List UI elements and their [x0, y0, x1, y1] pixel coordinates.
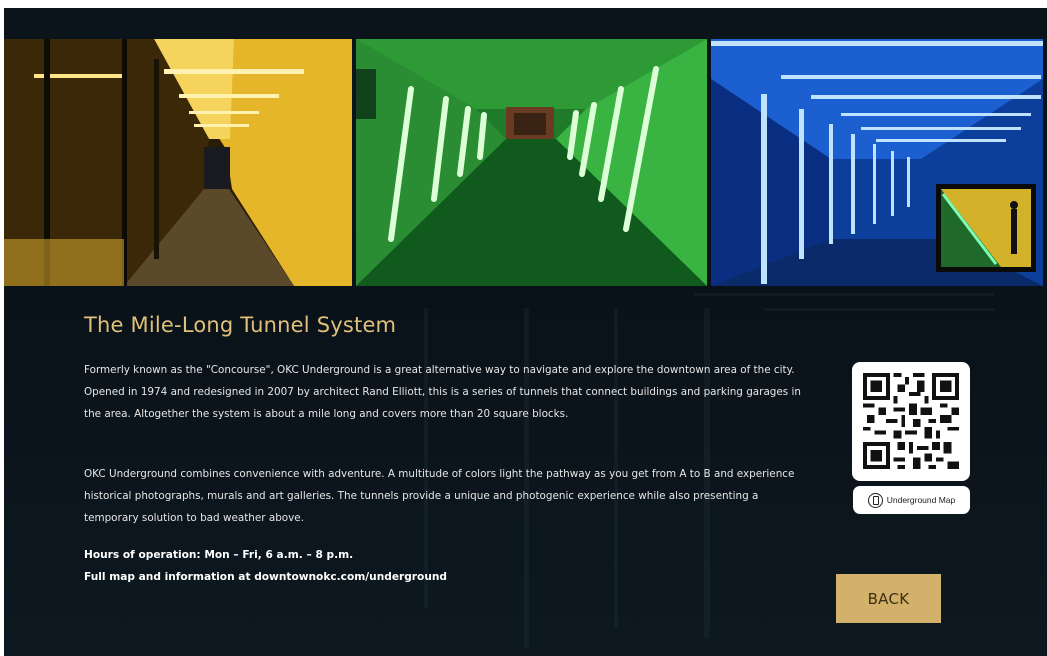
- background-streak: [424, 308, 428, 608]
- map-link-label: Underground Map: [886, 495, 956, 505]
- yellow-tunnel-photo: [4, 39, 352, 286]
- photo-strip: [4, 39, 1047, 286]
- qr-code[interactable]: [852, 362, 970, 481]
- underground-map-link[interactable]: Underground Map: [853, 486, 970, 514]
- description-paragraph: OKC Underground combines convenience wit…: [84, 468, 795, 524]
- kiosk-screen: The Mile-Long Tunnel System Formerly kno…: [4, 8, 1047, 656]
- description-paragraph: Formerly known as the "Concourse", OKC U…: [84, 364, 801, 420]
- map-info-text: Full map and information at downtownokc.…: [84, 571, 447, 583]
- background-streak: [764, 308, 994, 311]
- page-title: The Mile-Long Tunnel System: [84, 313, 397, 337]
- background-streak: [694, 293, 994, 296]
- phone-icon: [867, 492, 883, 508]
- hours-text: Hours of operation: Mon – Fri, 6 a.m. – …: [84, 549, 354, 561]
- qr-code-icon: [863, 373, 959, 469]
- back-button[interactable]: BACK: [836, 574, 941, 623]
- blue-tunnel-photo: [711, 39, 1043, 286]
- green-tunnel-photo: [356, 39, 707, 286]
